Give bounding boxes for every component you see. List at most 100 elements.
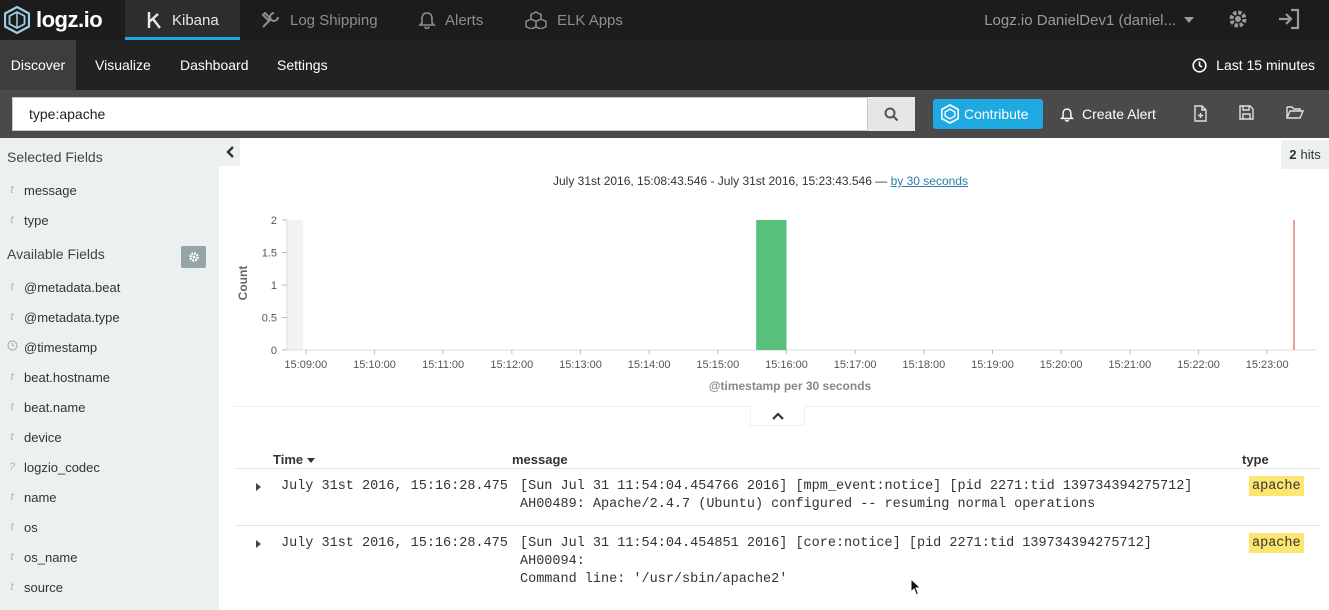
topnav-kibana-label: Kibana (172, 11, 219, 29)
field-item[interactable]: t device (0, 422, 219, 452)
field-type-icon: t (10, 214, 14, 226)
field-item[interactable]: t os (0, 512, 219, 542)
y-tick-label: 0.5 (262, 313, 277, 325)
sign-out-icon[interactable] (1277, 8, 1301, 35)
chevron-up-icon (771, 411, 784, 420)
topnav-alerts[interactable]: Alerts (418, 0, 483, 40)
contribute-button[interactable]: Contribute (933, 99, 1043, 129)
x-tick-label: 15:14:00 (628, 359, 671, 371)
field-item[interactable]: ? logzio_codec (0, 452, 219, 482)
y-tick-label: 1 (271, 280, 277, 292)
cell-time: July 31st 2016, 15:16:28.475 (281, 479, 508, 494)
x-tick-label: 15:12:00 (490, 359, 533, 371)
field-item[interactable]: t source (0, 572, 219, 602)
field-name: @metadata.beat (24, 279, 121, 295)
search-icon (884, 107, 899, 121)
search-button[interactable] (868, 97, 915, 131)
field-type-icon: t (10, 431, 14, 443)
field-item[interactable]: t @metadata.type (0, 302, 219, 332)
collapse-chart-button[interactable] (750, 406, 805, 426)
app-subnav: Discover Visualize Dashboard Settings La… (0, 40, 1329, 90)
field-name: @timestamp (24, 339, 98, 355)
field-item[interactable]: @timestamp (0, 332, 219, 362)
field-settings-button[interactable] (181, 246, 206, 268)
interval-link[interactable]: by 30 seconds (891, 174, 968, 188)
field-type-icon: t (10, 491, 14, 503)
collapse-sidebar-button[interactable] (219, 138, 240, 166)
field-name: type (24, 212, 49, 228)
field-name: message (24, 182, 77, 198)
open-folder-icon[interactable] (1286, 105, 1305, 125)
field-type-icon: t (10, 371, 14, 383)
topnav-kibana[interactable]: Kibana (125, 0, 240, 40)
create-alert-label: Create Alert (1082, 106, 1156, 122)
selected-fields-title: Selected Fields (7, 149, 103, 165)
field-sidebar: Selected Fields Available Fields t messag… (0, 138, 219, 610)
field-name: source (24, 579, 64, 595)
search-input[interactable] (12, 97, 868, 131)
field-item[interactable]: t message (0, 175, 219, 205)
brand-name: logz.io (36, 7, 103, 32)
field-item[interactable]: t os_name (0, 542, 219, 572)
topnav-log-shipping[interactable]: Log Shipping (261, 0, 378, 40)
top-navbar: logz.io Kibana Log Shipping Alerts ELK A… (0, 0, 1329, 40)
gear-icon (188, 252, 199, 262)
expand-row-icon[interactable] (256, 540, 261, 548)
hits-label: hits (1300, 147, 1321, 162)
y-axis-label: Count (236, 266, 250, 301)
field-type-icon: t (10, 551, 14, 563)
field-name: name (24, 489, 57, 505)
topnav-log-shipping-label: Log Shipping (290, 11, 378, 29)
field-name: os (24, 519, 38, 535)
field-item[interactable]: t @metadata.beat (0, 272, 219, 302)
logzio-logo[interactable]: logz.io (4, 4, 103, 36)
topnav-elk-apps[interactable]: ELK Apps (524, 0, 623, 40)
field-item[interactable]: t beat.name (0, 392, 219, 422)
column-header-type[interactable]: type (1242, 452, 1269, 467)
field-name: beat.name (24, 399, 86, 415)
field-name: beat.hostname (24, 369, 111, 385)
field-type-icon: t (10, 184, 14, 196)
x-tick-label: 15:23:00 (1246, 359, 1289, 371)
expand-row-icon[interactable] (256, 483, 261, 491)
gear-icon[interactable] (1227, 8, 1249, 35)
contribute-label: Contribute (964, 106, 1029, 122)
field-item[interactable]: t name (0, 482, 219, 512)
column-header-message[interactable]: message (512, 452, 568, 467)
message-line: Command line: '/usr/sbin/apache2' (520, 572, 788, 587)
x-tick-label: 15:10:00 (353, 359, 396, 371)
new-search-icon[interactable] (1193, 105, 1208, 127)
query-bar: Contribute Create Alert (0, 90, 1329, 138)
cell-message: [Sun Jul 31 11:54:04.454766 2016] [mpm_e… (520, 478, 1220, 514)
account-dropdown[interactable]: Logz.io DanielDev1 (daniel... (984, 0, 1194, 40)
topnav-elk-apps-label: ELK Apps (557, 11, 623, 29)
bell-icon (418, 11, 436, 29)
subnav-settings[interactable]: Settings (277, 40, 328, 90)
save-search-icon[interactable] (1239, 105, 1254, 125)
x-tick-label: 15:20:00 (1040, 359, 1083, 371)
topnav-alerts-label: Alerts (445, 11, 484, 29)
subnav-dashboard[interactable]: Dashboard (180, 40, 249, 90)
field-item[interactable]: t type (0, 205, 219, 235)
kibana-icon (147, 11, 163, 29)
field-type-icon: t (10, 281, 14, 293)
time-range-label: Last 15 minutes (1216, 57, 1315, 73)
create-alert-button[interactable]: Create Alert (1060, 99, 1156, 129)
time-picker[interactable]: Last 15 minutes (1192, 40, 1315, 90)
histogram-bar (756, 220, 787, 350)
subnav-discover[interactable]: Discover (0, 40, 76, 90)
field-item[interactable]: t beat.hostname (0, 362, 219, 392)
subnav-visualize[interactable]: Visualize (95, 40, 151, 90)
field-name: logzio_codec (24, 459, 100, 475)
bell-icon (1060, 107, 1074, 122)
field-type-icon: t (10, 311, 14, 323)
field-type-icon: t (10, 521, 14, 533)
available-fields-title: Available Fields (7, 246, 105, 262)
x-tick-label: 15:16:00 (765, 359, 808, 371)
message-line: AH00489: Apache/2.4.7 (Ubuntu) configure… (520, 497, 1096, 512)
x-tick-label: 15:21:00 (1108, 359, 1151, 371)
y-tick-label: 2 (271, 215, 277, 227)
clock-icon (1192, 57, 1207, 73)
field-type-icon: t (10, 401, 14, 413)
column-header-time[interactable]: Time (273, 452, 316, 467)
